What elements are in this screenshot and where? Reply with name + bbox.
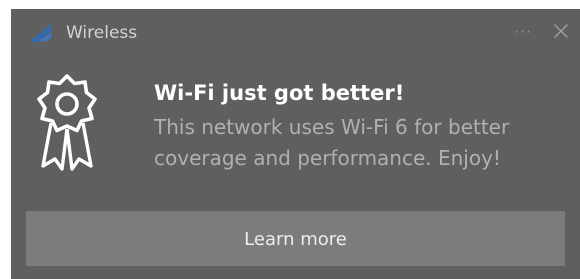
learn-more-button[interactable]: Learn more xyxy=(26,211,565,266)
wifi-notification-toast[interactable]: Wireless ··· Wi-Fi just got better! This… xyxy=(11,9,580,279)
app-name: Wireless xyxy=(66,23,138,43)
wireless-signal-icon xyxy=(31,24,53,43)
notification-header: Wireless ··· xyxy=(11,9,580,53)
notification-body: This network uses Wi-Fi 6 for better cov… xyxy=(154,115,510,170)
award-ribbon-icon xyxy=(37,73,97,171)
notification-title: Wi-Fi just got better! xyxy=(154,81,405,105)
more-options-button[interactable]: ··· xyxy=(514,21,532,43)
close-icon[interactable] xyxy=(551,21,571,41)
